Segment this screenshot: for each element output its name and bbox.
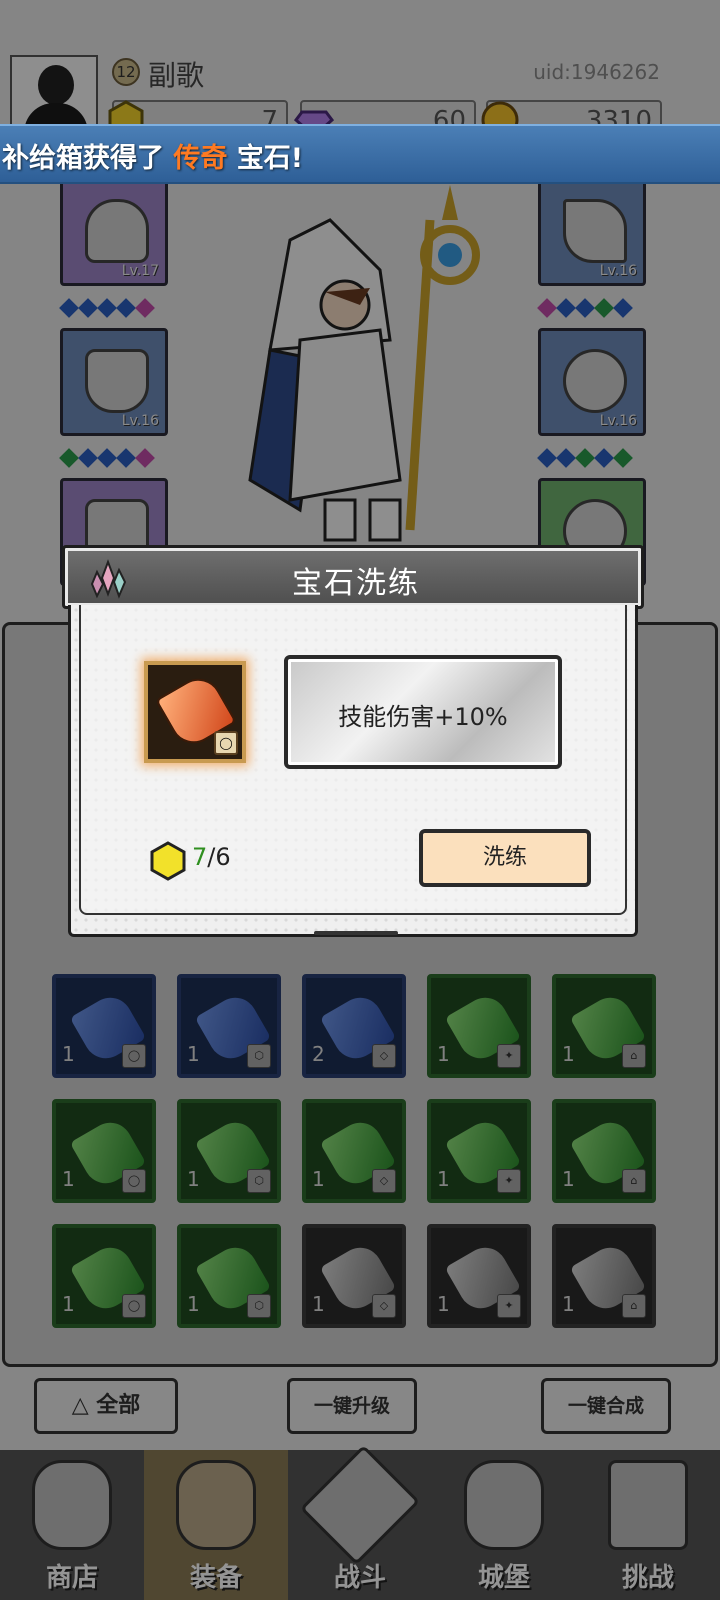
dialog-divider <box>314 931 398 935</box>
refine-cost: 7/6 <box>192 843 231 871</box>
selected-gem-slot[interactable]: ◯ <box>144 661 246 763</box>
banner-prefix: 补给箱获得了 <box>2 143 164 174</box>
loot-notification-banner: 补给箱获得了 传奇 宝石! <box>0 124 720 184</box>
dialog-title-bar: 宝石洗练 <box>62 545 644 609</box>
banner-suffix: 宝石! <box>236 143 304 174</box>
dialog-title: 宝石洗练 <box>292 566 420 601</box>
gem-attribute-text: 技能伤害+10% <box>338 703 508 731</box>
refine-button[interactable]: 洗练 <box>419 829 591 887</box>
gem-attribute-panel: 技能伤害+10% <box>284 655 562 769</box>
ring-type-icon: ◯ <box>214 731 238 755</box>
gem-refine-dialog: 宝石洗练 ◯ 技能伤害+10% 7/6 洗练 <box>62 545 644 940</box>
gold-hex-icon <box>150 841 186 881</box>
cost-need: /6 <box>207 843 231 871</box>
banner-rarity: 传奇 <box>173 143 228 174</box>
cost-have: 7 <box>192 843 208 871</box>
banner-text: 补给箱获得了 传奇 宝石! <box>2 136 303 175</box>
